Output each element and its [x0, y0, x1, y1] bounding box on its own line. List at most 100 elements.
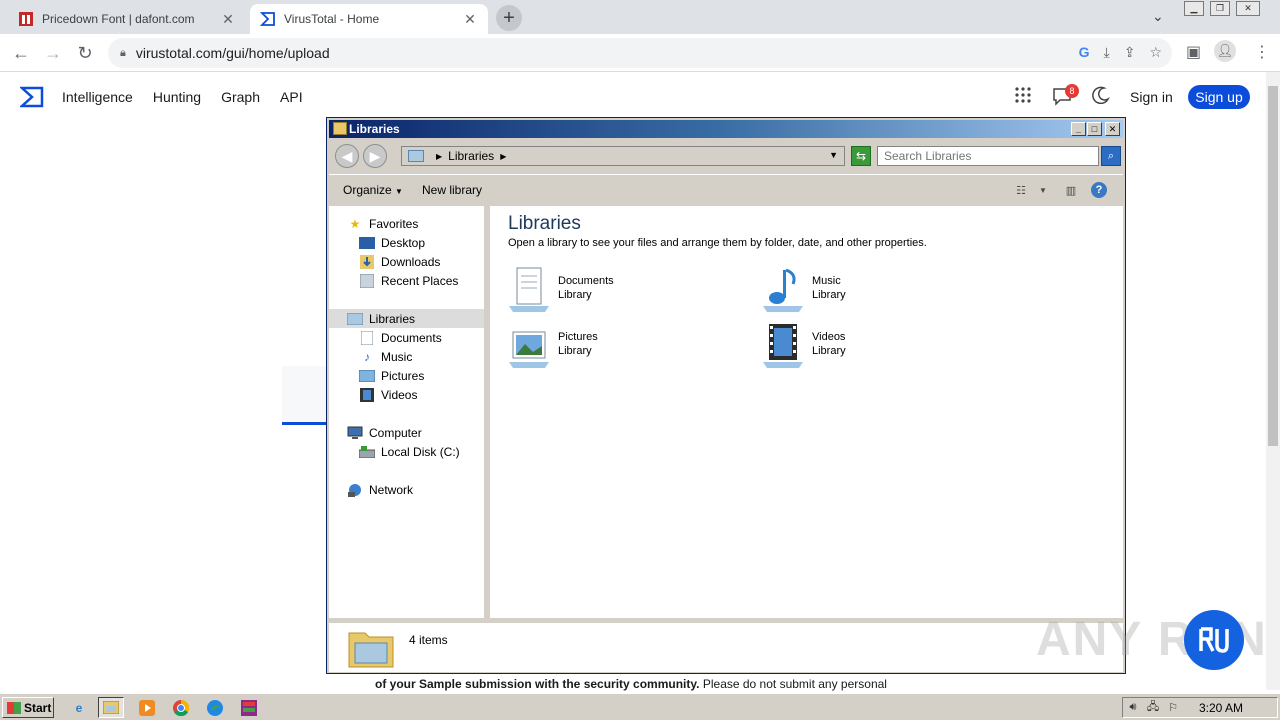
close-window-icon[interactable]: ✕	[1236, 1, 1260, 16]
restore-window-icon[interactable]: ❐	[1210, 1, 1230, 16]
nav-documents[interactable]: Documents	[359, 328, 442, 347]
start-button[interactable]: Start	[2, 697, 54, 718]
nav-libraries[interactable]: Libraries	[329, 309, 484, 328]
nav-label: Documents	[381, 330, 442, 345]
breadcrumb-arrow-icon[interactable]: ▶	[436, 152, 442, 161]
winrar-icon[interactable]	[236, 697, 262, 718]
profile-avatar-icon[interactable]: 👤︎	[1214, 40, 1236, 62]
new-tab-button[interactable]: +	[496, 5, 522, 31]
edge-icon[interactable]	[202, 697, 228, 718]
nav-network[interactable]: Network	[347, 480, 413, 499]
details-pane: 4 items	[329, 620, 1123, 672]
nav-intelligence[interactable]: Intelligence	[62, 89, 133, 105]
page-scrollbar[interactable]	[1266, 72, 1280, 690]
sign-up-button[interactable]: Sign up	[1188, 85, 1250, 109]
start-label: Start	[24, 700, 52, 715]
anyrun-logo-icon[interactable]	[1184, 610, 1244, 670]
videos-film-icon	[359, 387, 375, 402]
explorer-forward-icon[interactable]: ▶	[363, 144, 387, 168]
search-input[interactable]	[877, 146, 1099, 166]
address-dropdown-icon[interactable]: ▼	[829, 150, 838, 160]
explorer-address-bar[interactable]: ▶ Libraries ▶ ▼	[401, 146, 845, 166]
back-arrow-icon[interactable]: ←	[10, 42, 32, 64]
internet-explorer-icon[interactable]: e	[66, 697, 92, 718]
item-count: 4 items	[409, 633, 448, 647]
share-icon[interactable]: ⇪	[1124, 44, 1136, 61]
browser-toolbar: ← → ↻ 🔒︎ virustotal.com/gui/home/upload …	[0, 34, 1280, 72]
search-icon[interactable]: ⌕	[1101, 146, 1121, 166]
tab-title: Pricedown Font | dafont.com	[42, 12, 195, 26]
help-icon[interactable]: ?	[1091, 182, 1107, 198]
library-music[interactable]: Music Library	[760, 266, 980, 314]
nav-music[interactable]: ♪ Music	[359, 347, 412, 366]
library-name: Videos	[812, 331, 846, 343]
nav-label: Videos	[381, 387, 418, 402]
maximize-icon[interactable]: □	[1087, 122, 1102, 136]
close-icon[interactable]: ✕	[1105, 122, 1120, 136]
nav-desktop[interactable]: Desktop	[359, 233, 425, 252]
forward-arrow-icon[interactable]: →	[42, 42, 64, 64]
nav-graph[interactable]: Graph	[221, 89, 260, 105]
virustotal-logo-icon[interactable]	[18, 86, 44, 111]
apps-grid-icon[interactable]	[1014, 86, 1032, 107]
tab-dafont[interactable]: Pricedown Font | dafont.com ✕	[8, 4, 246, 34]
browser-menu-icon[interactable]: ⋮	[1254, 42, 1270, 62]
content-description: Open a library to see your files and arr…	[508, 237, 927, 249]
breadcrumb-libraries[interactable]: Libraries	[448, 149, 494, 163]
browser-tabstrip: Pricedown Font | dafont.com ✕ VirusTotal…	[0, 0, 1280, 34]
nav-api[interactable]: API	[280, 89, 303, 105]
minimize-window-icon[interactable]: ▁	[1184, 1, 1204, 16]
url-text[interactable]: virustotal.com/gui/home/upload	[136, 45, 330, 61]
music-library-icon	[760, 266, 806, 312]
address-bar[interactable]: 🔒︎ virustotal.com/gui/home/upload G ⤓ ⇪ …	[108, 38, 1172, 68]
explorer-back-icon[interactable]: ◀	[335, 144, 359, 168]
library-documents[interactable]: Documents Library	[506, 266, 726, 314]
star-icon: ★	[349, 216, 361, 231]
library-videos[interactable]: Videos Library	[760, 322, 980, 370]
media-player-icon[interactable]	[134, 697, 160, 718]
nav-videos[interactable]: Videos	[359, 385, 417, 404]
nav-favorites[interactable]: ★ Favorites	[347, 214, 419, 233]
nav-recent-places[interactable]: Recent Places	[359, 271, 458, 290]
libraries-icon	[347, 312, 363, 326]
explorer-taskbar-icon[interactable]	[98, 697, 124, 718]
new-library-button[interactable]: New library	[422, 183, 482, 197]
library-pictures[interactable]: Pictures Library	[506, 322, 726, 370]
organize-button[interactable]: Organize ▼	[343, 183, 403, 197]
network-tray-icon[interactable]: 🖧	[1143, 698, 1163, 717]
side-panel-icon[interactable]: ▣	[1186, 42, 1201, 62]
preview-pane-icon[interactable]: ▥	[1063, 182, 1079, 198]
nav-label: Music	[381, 349, 413, 364]
taskbar-clock[interactable]: 3:20 AM	[1199, 701, 1243, 715]
reload-icon[interactable]: ↻	[74, 42, 96, 64]
tab-virustotal[interactable]: VirusTotal - Home ✕	[250, 4, 488, 34]
install-app-icon[interactable]: ⤓	[1104, 44, 1110, 61]
volume-icon[interactable]: 🔊︎	[1123, 701, 1143, 714]
minimize-icon[interactable]: _	[1071, 122, 1086, 136]
dark-mode-moon-icon[interactable]	[1092, 86, 1110, 107]
action-center-flag-icon[interactable]: ⚐	[1163, 701, 1183, 714]
tab-search-chevron-icon[interactable]: ⌄	[1152, 8, 1164, 25]
nav-downloads[interactable]: Downloads	[359, 252, 440, 271]
terms-notice-bold: of your Sample submission with the secur…	[375, 677, 700, 691]
refresh-icon[interactable]: ⇆	[851, 146, 871, 166]
close-tab-icon[interactable]: ✕	[462, 11, 478, 28]
library-type: Library	[812, 345, 846, 357]
close-tab-icon[interactable]: ✕	[220, 11, 236, 28]
nav-computer[interactable]: Computer	[347, 423, 422, 442]
windows-taskbar: Start e 🔊︎ 🖧 ⚐ 3:20 AM	[0, 693, 1280, 720]
breadcrumb-arrow-icon[interactable]: ▶	[500, 152, 506, 161]
local-disk-icon	[359, 445, 375, 459]
sign-in-link[interactable]: Sign in	[1130, 89, 1173, 105]
terms-notice: of your Sample submission with the secur…	[375, 677, 887, 691]
bookmark-star-icon[interactable]: ☆	[1149, 44, 1162, 61]
explorer-titlebar[interactable]: Libraries _ □ ✕	[329, 120, 1123, 138]
google-icon[interactable]: G	[1079, 44, 1090, 61]
nav-local-disk[interactable]: Local Disk (C:)	[359, 442, 460, 461]
scrollbar-thumb[interactable]	[1268, 86, 1278, 446]
nav-pictures[interactable]: Pictures	[359, 366, 424, 385]
chrome-icon[interactable]	[168, 697, 194, 718]
change-view-icon[interactable]: ☷	[1013, 182, 1029, 198]
nav-hunting[interactable]: Hunting	[153, 89, 201, 105]
view-options-chevron-icon[interactable]: ▼	[1035, 182, 1051, 198]
